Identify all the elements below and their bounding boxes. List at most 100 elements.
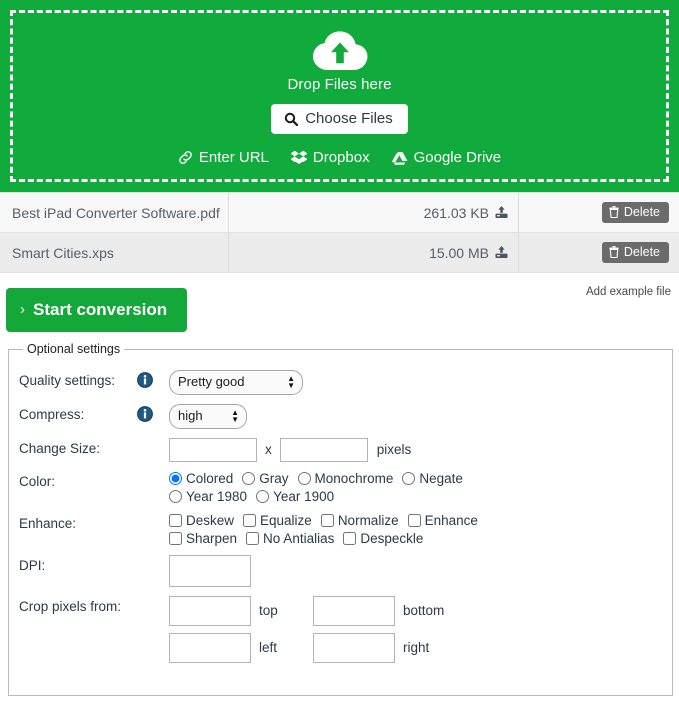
- checkbox-sharpen-input[interactable]: [169, 531, 182, 545]
- checkbox-deskew-label: Deskew: [186, 512, 235, 528]
- radio-year-1980[interactable]: Year 1980: [169, 489, 247, 504]
- checkbox-normalize-input[interactable]: [320, 513, 334, 527]
- trash-icon: [609, 206, 619, 219]
- radio-negate-label: Negate: [419, 470, 463, 486]
- upload-source-links: Enter URL Dropbox Google Drive: [178, 149, 501, 166]
- file-size: 15.00 MB: [429, 244, 489, 261]
- checkbox-no-antialias-label: No Antialias: [263, 530, 335, 546]
- radio-year-1900[interactable]: Year 1900: [256, 489, 334, 504]
- uploaded-files-list: Best iPad Converter Software.pdf 261.03 …: [0, 192, 679, 273]
- radio-gray[interactable]: Gray: [242, 470, 289, 486]
- radio-year-1900-label: Year 1900: [273, 488, 335, 504]
- radio-negate[interactable]: Negate: [402, 471, 463, 486]
- enter-url-link[interactable]: Enter URL: [178, 149, 269, 166]
- width-input[interactable]: [169, 437, 257, 462]
- quality-settings-field: Pretty good ▲ ▼: [169, 370, 672, 395]
- crop-fields: top bottom left right: [169, 595, 672, 670]
- change-size-row: Change Size: x pixels: [19, 437, 672, 462]
- choose-files-label: Choose Files: [305, 110, 393, 127]
- enhance-label: Enhance:: [19, 515, 77, 531]
- dpi-label: DPI:: [19, 557, 46, 573]
- upload-complete-icon: [495, 246, 508, 259]
- pixels-unit-label: pixels: [376, 442, 412, 458]
- crop-bottom-input[interactable]: [313, 595, 395, 626]
- dropbox-icon: [290, 150, 307, 165]
- compress-label: Compress:: [19, 406, 85, 422]
- checkbox-equalize[interactable]: Equalize: [243, 513, 312, 528]
- checkbox-no-antialias[interactable]: No Antialias: [246, 531, 334, 546]
- radio-year-1980-input[interactable]: [169, 489, 182, 503]
- crop-row-top-bottom: top bottom: [169, 595, 457, 626]
- checkbox-normalize-label: Normalize: [337, 512, 399, 528]
- file-actions-cell: Delete: [519, 233, 679, 272]
- delete-file-button[interactable]: Delete: [601, 241, 669, 264]
- checkbox-normalize[interactable]: Normalize: [320, 512, 399, 528]
- checkbox-deskew[interactable]: Deskew: [169, 513, 234, 528]
- checkbox-sharpen[interactable]: Sharpen: [169, 531, 237, 546]
- quality-settings-label: Quality settings:: [19, 373, 116, 388]
- file-actions-cell: Delete: [519, 193, 679, 232]
- file-name: Best iPad Converter Software.pdf: [12, 204, 220, 221]
- info-icon[interactable]: [137, 372, 153, 388]
- radio-gray-input[interactable]: [242, 471, 256, 485]
- checkbox-equalize-input[interactable]: [243, 513, 257, 527]
- radio-colored[interactable]: Colored: [169, 471, 233, 486]
- delete-file-button[interactable]: Delete: [601, 201, 669, 224]
- crop-top-label: top: [259, 603, 278, 619]
- checkbox-despeckle-input[interactable]: [343, 531, 357, 545]
- cloud-upload-icon: [311, 30, 369, 72]
- conversion-action-bar: › Start conversion Add example file: [0, 282, 679, 342]
- checkbox-enhance-input[interactable]: [407, 513, 421, 527]
- dpi-field: [169, 554, 672, 587]
- checkbox-despeckle[interactable]: Despeckle: [343, 531, 423, 546]
- file-name: Smart Cities.xps: [12, 244, 114, 261]
- info-icon[interactable]: [137, 405, 153, 422]
- checkbox-enhance[interactable]: Enhance: [407, 512, 478, 528]
- change-size-label: Change Size:: [19, 440, 101, 456]
- color-options-row-2: Year 1980 Year 1900: [169, 489, 672, 504]
- dpi-input[interactable]: [169, 554, 251, 587]
- checkbox-equalize-label: Equalize: [260, 512, 312, 528]
- start-conversion-button[interactable]: › Start conversion: [6, 288, 188, 332]
- delete-label: Delete: [623, 244, 660, 259]
- optional-settings-panel: Optional settings Quality settings: Pret…: [8, 342, 673, 696]
- radio-year-1900-input[interactable]: [256, 489, 270, 503]
- quality-select[interactable]: Pretty good: [169, 370, 303, 395]
- checkbox-despeckle-label: Despeckle: [360, 530, 424, 546]
- crop-row-left-right: left right: [169, 632, 457, 663]
- dropbox-label: Dropbox: [312, 149, 370, 166]
- crop-bottom-label: bottom: [403, 603, 445, 619]
- crop-left-input[interactable]: [169, 632, 251, 663]
- crop-left-label: left: [259, 640, 278, 656]
- radio-colored-input[interactable]: [169, 471, 182, 485]
- checkbox-sharpen-label: Sharpen: [186, 530, 238, 546]
- color-row: Color: Colored Gray Monochrome Negate Ye…: [19, 471, 672, 504]
- checkbox-deskew-input[interactable]: [169, 513, 182, 527]
- file-size-cell: 261.03 KB: [229, 193, 519, 232]
- compress-field: high ▲ ▼: [169, 403, 672, 429]
- optional-settings-legend: Optional settings: [27, 342, 121, 356]
- height-input[interactable]: [279, 437, 368, 462]
- crop-top-input[interactable]: [169, 595, 251, 626]
- radio-monochrome-input[interactable]: [297, 471, 311, 485]
- file-name-cell: Best iPad Converter Software.pdf: [0, 193, 229, 232]
- add-example-file-link[interactable]: Add example file: [586, 286, 671, 298]
- radio-monochrome[interactable]: Monochrome: [297, 471, 393, 486]
- choose-files-button[interactable]: Choose Files: [271, 104, 408, 134]
- file-size: 261.03 KB: [423, 204, 489, 221]
- dpi-row: DPI:: [19, 554, 672, 587]
- file-dropzone[interactable]: Drop Files here Choose Files Enter URL D…: [0, 0, 679, 192]
- crop-right-input[interactable]: [313, 632, 395, 663]
- compress-select[interactable]: high: [169, 403, 247, 429]
- checkbox-enhance-label: Enhance: [424, 512, 478, 528]
- radio-gray-label: Gray: [259, 470, 289, 486]
- dropbox-link[interactable]: Dropbox: [290, 149, 370, 166]
- quality-settings-row: Quality settings: Pretty good ▲ ▼: [19, 370, 672, 395]
- google-drive-link[interactable]: Google Drive: [391, 149, 501, 166]
- search-icon: [284, 112, 299, 126]
- checkbox-no-antialias-input[interactable]: [246, 531, 260, 545]
- radio-negate-input[interactable]: [402, 471, 416, 485]
